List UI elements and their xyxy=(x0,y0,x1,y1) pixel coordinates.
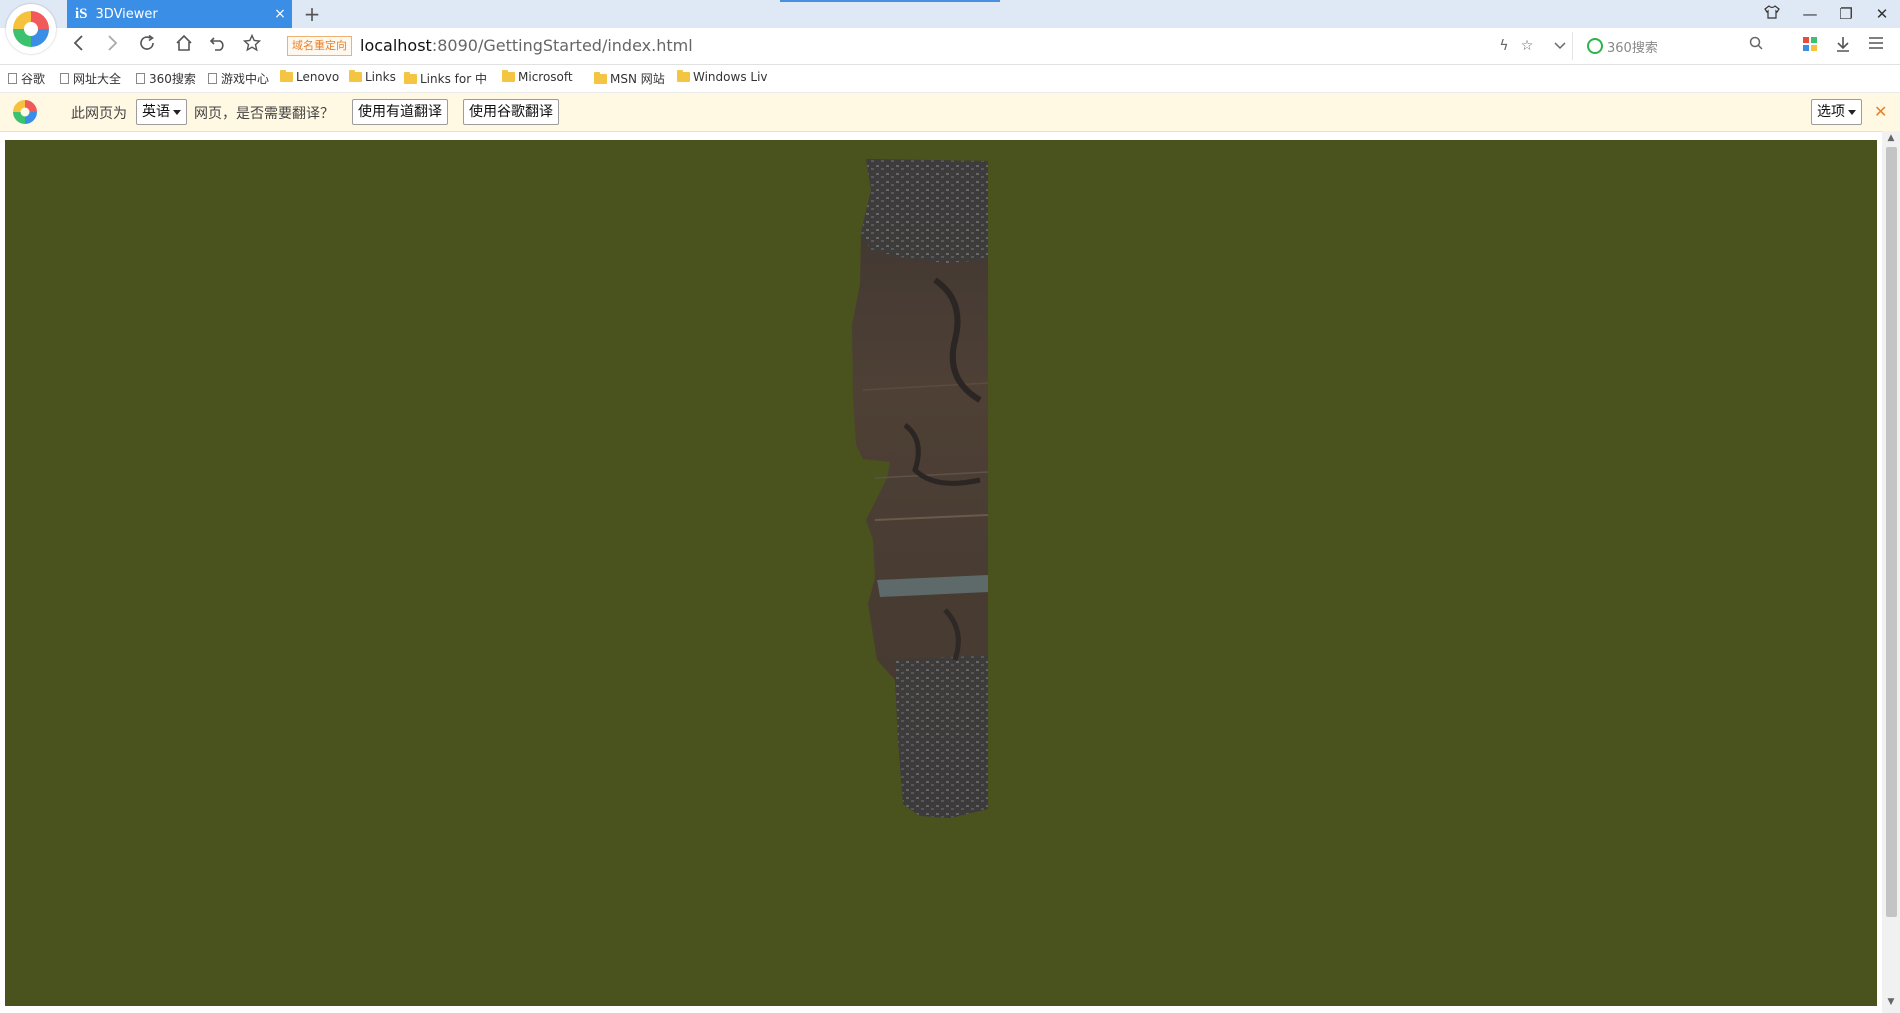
bookmark-folder[interactable]: MSN 网站 xyxy=(594,70,665,87)
scroll-up-icon[interactable]: ▲ xyxy=(1886,133,1896,143)
tab-close-icon[interactable]: × xyxy=(268,6,292,22)
bookmark-label: Links xyxy=(365,70,396,84)
menu-button[interactable] xyxy=(1866,36,1886,56)
caret-down-icon xyxy=(173,109,181,115)
skin-button[interactable] xyxy=(1754,0,1790,28)
aerial-imagery-strip xyxy=(852,159,989,818)
search-icon[interactable] xyxy=(1749,36,1763,54)
apps-button[interactable] xyxy=(1800,36,1820,56)
apps-grid-icon xyxy=(1803,37,1817,51)
page-icon xyxy=(8,73,17,84)
page-icon xyxy=(136,73,145,84)
360-search-icon xyxy=(1587,38,1603,54)
tab-favicon-icon: iS xyxy=(75,5,88,22)
lightning-icon: ϟ xyxy=(1499,38,1509,54)
bookmark-item[interactable]: 网址大全 xyxy=(60,70,121,87)
bookmark-label: Links for 中 xyxy=(420,72,487,86)
language-select[interactable]: 英语 xyxy=(136,99,187,125)
url-host: localhost xyxy=(360,36,432,55)
language-value: 英语 xyxy=(142,104,170,120)
page-icon xyxy=(60,73,69,84)
folder-icon xyxy=(502,70,515,82)
chevron-right-icon xyxy=(108,35,118,51)
star-icon xyxy=(242,33,262,52)
minimize-button[interactable]: — xyxy=(1792,0,1828,28)
bookmark-folder[interactable]: Microsoft xyxy=(502,70,573,84)
tab-3dviewer[interactable]: iS 3DViewer × xyxy=(67,0,292,28)
download-icon xyxy=(1837,37,1849,52)
forward-button[interactable] xyxy=(100,34,124,58)
translate-prefix: 此网页为 xyxy=(71,106,127,122)
folder-icon xyxy=(404,71,417,84)
url-path: :8090/GettingStarted/index.html xyxy=(431,36,693,55)
new-tab-button[interactable]: + xyxy=(300,2,324,26)
page-icon xyxy=(208,73,217,84)
bookmark-folder[interactable]: Windows Liv xyxy=(677,70,768,84)
close-translate-icon[interactable]: ✕ xyxy=(1874,102,1887,121)
status-strip xyxy=(0,1006,1880,1013)
options-label: 选项 xyxy=(1817,104,1845,120)
scroll-thumb[interactable] xyxy=(1886,147,1897,917)
folder-icon xyxy=(594,71,607,84)
browser-logo-icon[interactable] xyxy=(6,4,56,54)
translate-question: 网页，是否需要翻译？ xyxy=(194,106,334,122)
chevron-left-icon xyxy=(73,35,83,51)
bookmark-label: Microsoft xyxy=(518,70,573,84)
address-dropdown-button[interactable] xyxy=(1550,36,1570,56)
bookmark-label: 360搜索 xyxy=(149,72,196,86)
bookmark-label: 谷歌 xyxy=(21,72,46,86)
home-icon xyxy=(176,34,192,51)
favorite-button[interactable] xyxy=(240,33,264,58)
vertical-scrollbar[interactable]: ▲ ▼ xyxy=(1882,131,1900,1013)
options-button[interactable]: 选项 xyxy=(1811,99,1862,125)
loading-indicator xyxy=(780,0,1000,2)
search-input[interactable]: 360搜索 xyxy=(1572,32,1773,60)
bookmark-item[interactable]: 游戏中心 xyxy=(208,70,269,87)
restore-button[interactable]: ❐ xyxy=(1828,0,1864,28)
navigation-bar: 域名重定向 localhost:8090/GettingStarted/inde… xyxy=(0,28,1900,65)
folder-icon xyxy=(349,70,362,82)
bookmark-label: Windows Liv xyxy=(693,70,768,84)
bookmark-folder[interactable]: Links xyxy=(349,70,396,84)
bookmark-folder[interactable]: Links for 中 xyxy=(404,70,487,87)
redirect-badge[interactable]: 域名重定向 xyxy=(287,36,352,56)
bookmark-item[interactable]: 360搜索 xyxy=(136,70,196,87)
reload-icon xyxy=(140,34,154,50)
folder-icon xyxy=(280,70,293,82)
home-button[interactable] xyxy=(172,34,196,58)
reload-button[interactable] xyxy=(135,34,159,58)
bookmark-label: Lenovo xyxy=(296,70,340,84)
close-window-button[interactable]: ✕ xyxy=(1864,0,1900,28)
bookmark-page-button[interactable]: ☆ xyxy=(1517,36,1537,56)
star-outline-icon: ☆ xyxy=(1520,38,1534,54)
shirt-icon xyxy=(1764,5,1780,19)
back-button[interactable] xyxy=(67,34,91,58)
3d-viewer-canvas[interactable] xyxy=(5,140,1877,1006)
download-button[interactable] xyxy=(1833,36,1853,56)
caret-down-icon xyxy=(1848,109,1856,115)
chevron-down-icon xyxy=(1554,42,1566,50)
bookmark-label: 游戏中心 xyxy=(221,72,270,86)
youdao-translate-button[interactable]: 使用有道翻译 xyxy=(352,99,448,125)
hamburger-icon xyxy=(1869,37,1883,49)
bookmark-label: MSN 网站 xyxy=(610,72,665,86)
tab-title: 3DViewer xyxy=(95,6,158,22)
search-placeholder: 360搜索 xyxy=(1607,41,1658,56)
address-input[interactable]: localhost:8090/GettingStarted/index.html xyxy=(360,34,693,58)
undo-close-button[interactable] xyxy=(206,34,230,58)
folder-icon xyxy=(677,70,690,82)
undo-icon xyxy=(209,37,224,51)
browser-logo-small-icon xyxy=(10,97,40,127)
scroll-down-icon[interactable]: ▼ xyxy=(1886,997,1896,1007)
title-bar: iS 3DViewer × + — ❐ ✕ xyxy=(0,0,1900,28)
speed-mode-button[interactable]: ϟ xyxy=(1494,36,1514,56)
bookmark-label: 网址大全 xyxy=(73,72,122,86)
bookmarks-bar: 谷歌 网址大全 360搜索 游戏中心 Lenovo Links Links fo… xyxy=(0,65,1900,93)
bookmark-folder[interactable]: Lenovo xyxy=(280,70,339,84)
bookmark-item[interactable]: 谷歌 xyxy=(8,70,45,87)
google-translate-button[interactable]: 使用谷歌翻译 xyxy=(463,99,559,125)
translate-bar: 此网页为 英语 网页，是否需要翻译？ 使用有道翻译 使用谷歌翻译 选项 ✕ xyxy=(0,93,1900,132)
